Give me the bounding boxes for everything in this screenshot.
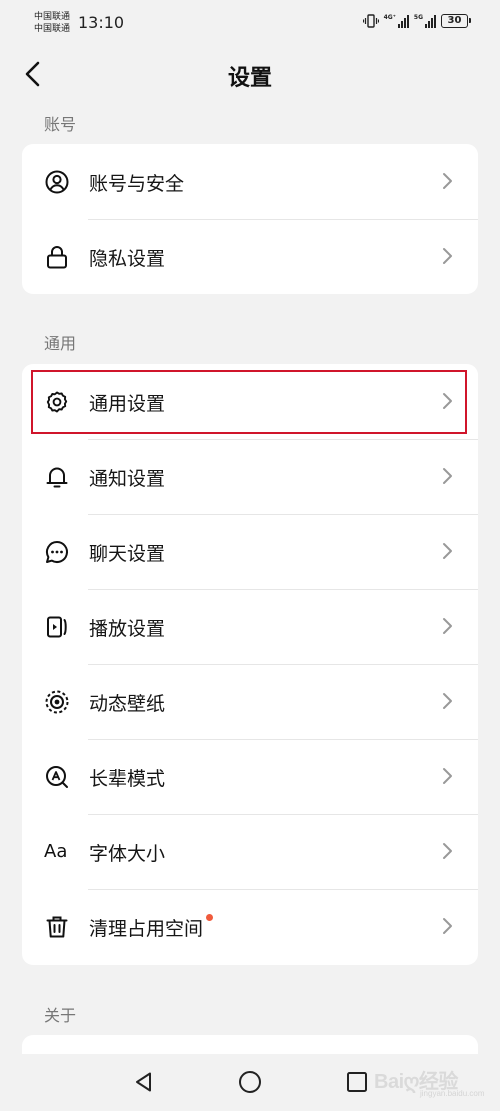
bell-icon [44,464,70,490]
chevron-right-icon [442,541,454,561]
nav-home-button[interactable] [237,1069,263,1095]
settings-item-notification[interactable]: 通知设置 [22,439,478,514]
carrier-2: 中国联通 [34,24,71,34]
status-time: 13:10 [78,13,125,32]
chevron-right-icon [442,391,454,411]
chevron-right-icon [442,841,454,861]
settings-item-dynamic-wallpaper[interactable]: 动态壁纸 [22,664,478,739]
chat-bubble-icon [44,539,70,565]
item-label: 长辈模式 [89,768,166,790]
red-dot-badge [206,914,214,921]
chevron-right-icon [442,171,454,191]
page-title: 设置 [227,66,272,91]
elder-mode-icon [44,764,70,790]
item-label-with-badge: 清理占用空间 [89,914,214,941]
chevron-right-icon [442,466,454,486]
circle-home-icon [239,1071,261,1093]
item-label: 通用设置 [89,393,166,415]
item-label: 账号与安全 [89,173,185,195]
watermark-subtext: jingyan.baidu.com [420,1089,485,1098]
settings-item-privacy[interactable]: 隐私设置 [22,219,478,294]
settings-item-font-size[interactable]: Aa 字体大小 [22,814,478,889]
account-card: 账号与安全 隐私设置 [22,144,478,294]
watermark: Baiღ经验 jingyan.baidu.com [372,1062,484,1102]
item-label: 聊天设置 [89,543,166,565]
settings-item-clear-storage[interactable]: 清理占用空间 [22,889,478,964]
general-card: 通用设置 通知设置 聊天设置 播放设置 动态壁纸 长辈模式 Aa 字体大小 清理… [22,364,478,965]
section-label-about: 关于 [44,1006,77,1025]
play-video-icon [44,614,70,640]
section-label-account: 账号 [44,115,77,134]
system-nav-bar: Baiღ经验 jingyan.baidu.com [0,1054,500,1111]
battery-indicator: 30 [441,14,471,28]
user-circle-icon [44,169,70,195]
chevron-right-icon [442,616,454,636]
settings-item-elder-mode[interactable]: 长辈模式 [22,739,478,814]
signal-2-icon: 5G [414,14,436,28]
status-indicators: 4G⁺ 5G 30 [362,14,471,28]
vibrate-icon [362,14,379,28]
network-type-1: 4G⁺ [383,14,396,21]
header: 设置 [0,48,500,104]
dynamic-wallpaper-icon [44,689,70,715]
settings-item-chat[interactable]: 聊天设置 [22,514,478,589]
chevron-right-icon [442,691,454,711]
item-label: 通知设置 [89,468,166,490]
carrier-labels: 中国联通 中国联通 [34,11,70,35]
status-bar: 中国联通 中国联通 13:10 4G⁺ 5G 30 [0,0,500,46]
font-size-icon: Aa [44,841,68,862]
chevron-right-icon [442,766,454,786]
section-label-general: 通用 [44,334,77,353]
network-type-2: 5G [413,14,423,21]
item-label: 播放设置 [89,618,166,640]
nav-recent-button[interactable] [344,1069,370,1095]
nav-back-button[interactable] [131,1069,157,1095]
gear-icon [44,389,70,415]
settings-item-playback[interactable]: 播放设置 [22,589,478,664]
item-label: 清理占用空间 [89,918,204,940]
trash-icon [44,914,70,940]
chevron-right-icon [442,916,454,936]
item-label: 隐私设置 [89,248,166,270]
chevron-right-icon [442,246,454,266]
settings-item-general[interactable]: 通用设置 [22,364,478,439]
lock-icon [44,244,70,270]
carrier-1: 中国联通 [34,12,71,22]
settings-item-account-security[interactable]: 账号与安全 [22,144,478,219]
triangle-back-icon [136,1072,151,1092]
item-label: 动态壁纸 [89,693,166,715]
item-label: 字体大小 [89,843,166,865]
square-recent-icon [347,1072,367,1092]
signal-1-icon: 4G⁺ [384,14,409,28]
